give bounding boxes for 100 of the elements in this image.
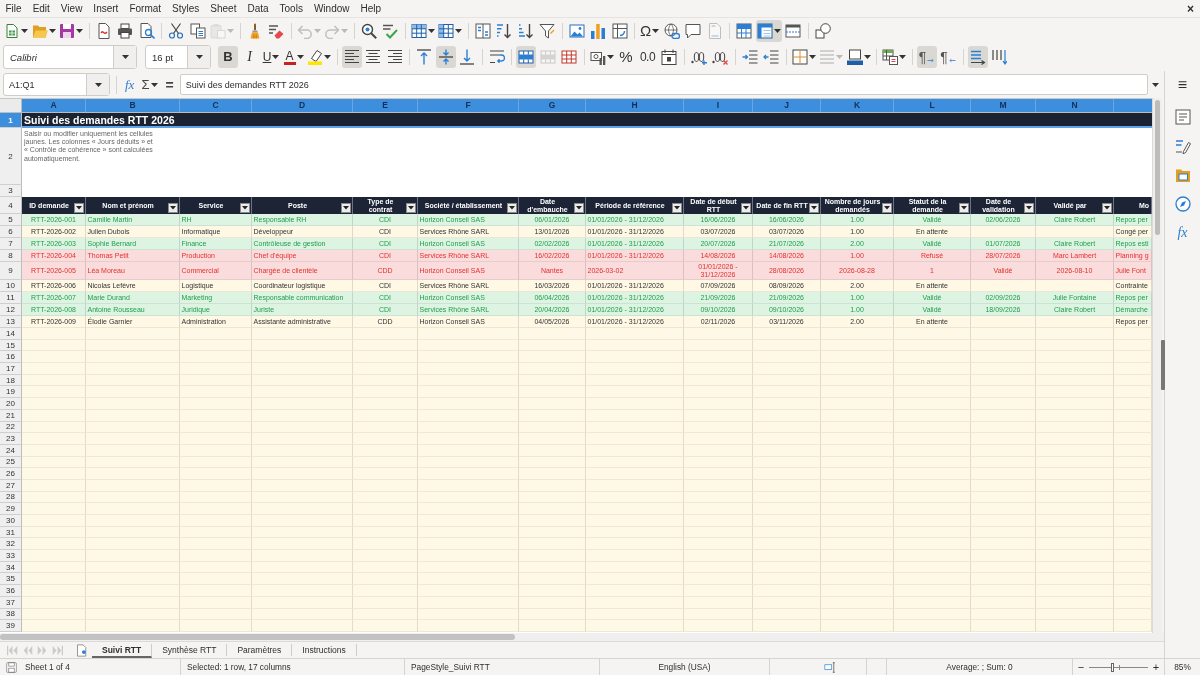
row-header[interactable]: 36 — [0, 585, 22, 597]
menu-item[interactable]: Styles — [166, 1, 205, 16]
row-header[interactable]: 8 — [0, 250, 22, 262]
name-box[interactable]: A1:Q1 — [3, 73, 110, 96]
delete-decimal-icon — [712, 49, 728, 65]
indent-increase-icon — [741, 49, 758, 65]
caret-down-icon — [94, 82, 102, 87]
sheet-tab[interactable]: Synthèse RTT — [152, 644, 228, 656]
horizontal-scrollbar[interactable] — [0, 633, 1164, 641]
sidebar-menu-button[interactable]: ≡ — [1177, 71, 1188, 98]
filter-button[interactable] — [406, 203, 416, 213]
conditional-format-button[interactable] — [881, 46, 907, 68]
zoom-level[interactable]: 85% — [1174, 662, 1191, 672]
pivot-table-icon — [611, 22, 628, 39]
filter-button[interactable] — [959, 203, 969, 213]
filter-button[interactable] — [574, 203, 584, 213]
sheet-tab[interactable]: Suivi RTT — [92, 644, 153, 658]
merge-center-button[interactable] — [516, 46, 536, 68]
filter-button[interactable] — [341, 203, 351, 213]
menu-item[interactable]: Help — [355, 1, 387, 16]
menu-item[interactable]: Insert — [87, 1, 124, 16]
row-header[interactable]: 16 — [0, 351, 22, 364]
align-left-button[interactable] — [341, 46, 362, 68]
row-header[interactable]: 5 — [0, 214, 22, 226]
zoom-out-button[interactable]: − — [1076, 661, 1086, 673]
row-header[interactable]: 6 — [0, 226, 22, 238]
filter-button[interactable] — [672, 203, 682, 213]
sidebar-handle[interactable] — [1161, 340, 1165, 390]
row-header[interactable]: 7 — [0, 238, 22, 250]
row-header[interactable]: 14 — [0, 328, 22, 340]
underline-button[interactable]: U — [261, 46, 281, 68]
formula-button[interactable]: = — [163, 74, 176, 95]
row-header[interactable]: 29 — [0, 503, 22, 515]
row-header[interactable]: 13 — [0, 316, 22, 328]
row-header[interactable]: 20 — [0, 398, 22, 410]
filter-button[interactable] — [882, 203, 892, 213]
row-header[interactable]: 23 — [0, 433, 22, 445]
functions-button[interactable]: fx — [1170, 221, 1195, 245]
bold-button[interactable]: B — [218, 46, 238, 68]
number-format-button[interactable]: 0.0 — [637, 46, 658, 68]
language[interactable]: English (USA) — [658, 662, 711, 672]
freeze-panes-button[interactable] — [755, 19, 782, 42]
percent-format-button[interactable]: % — [616, 46, 636, 68]
menu-item[interactable]: Tools — [274, 1, 309, 16]
row-header[interactable]: 9 — [0, 262, 22, 280]
row-header[interactable]: 4 — [0, 197, 22, 214]
filter-button[interactable] — [1024, 203, 1034, 213]
menu-item[interactable]: Edit — [27, 1, 56, 16]
font-color-button[interactable]: A — [282, 46, 305, 68]
row-header[interactable]: 3 — [0, 185, 22, 197]
border-color-button[interactable] — [845, 46, 872, 68]
menu-item[interactable]: File — [0, 1, 28, 16]
zoom-slider-thumb[interactable] — [1111, 662, 1114, 672]
left-to-right-button[interactable]: ¶ — [916, 46, 937, 68]
caret-down-icon — [808, 55, 816, 59]
align-middle-button[interactable] — [435, 46, 456, 68]
menu-item[interactable]: Format — [123, 1, 167, 16]
row-header[interactable]: 19 — [0, 386, 22, 399]
filter-button[interactable] — [74, 203, 84, 213]
row-header[interactable]: 39 — [0, 620, 22, 632]
menu-item[interactable]: Window — [308, 1, 355, 16]
formula-input[interactable]: Suivi des demandes RTT 2026 — [179, 74, 1148, 95]
menu-item[interactable]: Data — [241, 1, 275, 16]
italic-button[interactable]: I — [239, 46, 260, 68]
right-to-left-button[interactable]: ¶ — [938, 46, 958, 68]
menu-item[interactable]: View — [55, 1, 88, 16]
row-header[interactable]: 26 — [0, 468, 22, 480]
zoom-in-button[interactable]: + — [1151, 661, 1161, 673]
row-header[interactable]: 35 — [0, 573, 22, 586]
align-top-button[interactable] — [414, 46, 434, 68]
row-header[interactable]: 2 — [0, 128, 22, 185]
text-direction-lr-button[interactable] — [967, 46, 988, 68]
sheet-tab[interactable]: Instructions — [292, 644, 357, 656]
row-header[interactable]: 30 — [0, 515, 22, 527]
sheet-tab[interactable]: Paramètres — [227, 644, 293, 656]
row-header[interactable]: 11 — [0, 292, 22, 304]
filter-button[interactable] — [240, 203, 250, 213]
special-character-button[interactable]: Ω — [639, 19, 661, 42]
font-size-field[interactable]: 16 pt — [145, 45, 211, 69]
borders-button[interactable] — [790, 46, 817, 68]
scrollbar-thumb[interactable] — [0, 634, 515, 640]
menu-item[interactable]: Sheet — [204, 1, 242, 16]
gallery-folder-icon — [1174, 167, 1191, 183]
font-name-field[interactable]: Calibri — [3, 45, 137, 69]
row-header[interactable]: 12 — [0, 304, 22, 316]
filter-button[interactable] — [1102, 203, 1112, 213]
filter-button[interactable] — [168, 203, 178, 213]
function-wizard-button[interactable]: fx — [123, 74, 137, 95]
caret-down-icon — [606, 55, 614, 59]
row-header[interactable]: 33 — [0, 550, 22, 562]
sum-button[interactable]: Σ — [139, 74, 161, 95]
row-header[interactable]: 17 — [0, 363, 22, 375]
row-header[interactable]: 32 — [0, 538, 22, 551]
scrollbar-thumb[interactable] — [1155, 100, 1160, 235]
filter-button[interactable] — [507, 203, 517, 213]
row-header[interactable]: 10 — [0, 280, 22, 292]
filter-button[interactable] — [741, 203, 751, 213]
vertical-scrollbar[interactable] — [1152, 98, 1162, 633]
close-document-button[interactable]: × — [1187, 2, 1194, 15]
filter-button[interactable] — [809, 203, 819, 213]
